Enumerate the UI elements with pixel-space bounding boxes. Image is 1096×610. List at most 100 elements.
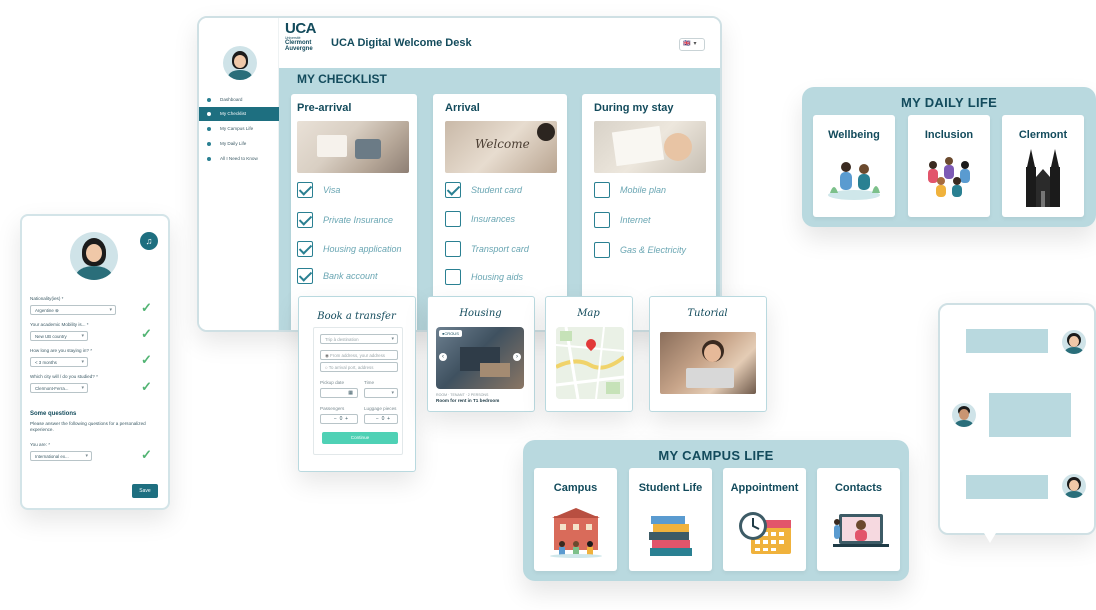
chat-message-incoming: [966, 329, 1048, 353]
card-title: Map: [577, 308, 600, 319]
check-icon: ✓: [141, 447, 152, 462]
campus-life-card-student-life[interactable]: Student Life: [629, 468, 712, 571]
column-title: Arrival: [445, 102, 480, 114]
avatar: [1062, 330, 1086, 354]
daily-life-card-inclusion[interactable]: Inclusion: [908, 115, 990, 217]
desktop-window: Dashboard My Checklist My Campus Life My…: [197, 16, 722, 332]
time-select[interactable]: ▾: [364, 388, 398, 398]
check-icon: ✓: [141, 352, 152, 367]
stay-duration-select[interactable]: < 3 months ▾: [30, 357, 88, 367]
chevron-down-icon: ▾: [85, 453, 88, 459]
check-icon: ✓: [141, 379, 152, 394]
mobility-select[interactable]: New UB country ▾: [30, 331, 88, 341]
checklist-item[interactable]: Transport card: [445, 241, 529, 257]
luggage-stepper[interactable]: − 0 +: [364, 414, 398, 424]
sidebar-item-campus-life[interactable]: My Campus Life: [199, 122, 279, 136]
during-stay-photo: [594, 121, 706, 173]
checkbox[interactable]: [594, 212, 610, 228]
daily-life-card-wellbeing[interactable]: Wellbeing: [813, 115, 895, 217]
nationality-select[interactable]: Argentine ⊗ ▾: [30, 305, 116, 315]
checklist-heading: MY CHECKLIST: [297, 72, 387, 86]
chat-message-outgoing: [989, 393, 1071, 437]
checkbox[interactable]: [445, 241, 461, 257]
chevron-left-icon[interactable]: ‹: [439, 353, 447, 361]
language-selector[interactable]: 🇬🇧 ▾: [679, 38, 705, 51]
card-title: Housing: [459, 308, 502, 319]
avatar[interactable]: [223, 46, 257, 80]
passengers-stepper[interactable]: − 0 +: [320, 414, 358, 424]
calendar-clock-illustration: [739, 512, 791, 554]
info-icon: [207, 156, 211, 161]
tutorial-card[interactable]: Tutorial: [649, 296, 767, 412]
chevron-right-icon[interactable]: ›: [513, 353, 521, 361]
campus-life-card-campus[interactable]: Campus: [534, 468, 617, 571]
checkbox[interactable]: [594, 242, 610, 258]
checkbox[interactable]: [297, 182, 313, 198]
continue-button[interactable]: Continue: [322, 432, 398, 444]
save-button[interactable]: Save: [132, 484, 158, 498]
checklist-item[interactable]: Gas & Electricity: [594, 242, 686, 258]
tutorial-photo: [660, 332, 756, 394]
app-header: UCA Université Clermont Auvergne UCA Dig…: [279, 18, 720, 68]
checklist-item[interactable]: Housing aids: [445, 269, 523, 285]
checkbox[interactable]: [445, 269, 461, 285]
checklist-item[interactable]: Visa: [297, 182, 340, 198]
notification-bell-icon[interactable]: ♫: [140, 232, 158, 250]
checklist-item[interactable]: Private Insurance: [297, 212, 393, 228]
checklist-item[interactable]: Student card: [445, 182, 522, 198]
sidebar-item-checklist[interactable]: My Checklist: [199, 107, 279, 121]
daily-life-panel: MY DAILY LIFE Wellbeing Inclusion Clermo…: [802, 87, 1096, 227]
checkbox[interactable]: [445, 211, 461, 227]
globe-icon: [207, 141, 211, 146]
daily-life-heading: MY DAILY LIFE: [900, 95, 998, 110]
trip-select[interactable]: Trip à destination ▾: [320, 334, 398, 344]
checkbox[interactable]: [594, 182, 610, 198]
checklist-item[interactable]: Bank account: [297, 268, 378, 284]
chat-bubble-tail: [984, 533, 996, 543]
sidebar-item-dashboard[interactable]: Dashboard: [199, 93, 279, 107]
from-address-input[interactable]: ◉ From address, your address: [320, 350, 398, 360]
checkbox[interactable]: [445, 182, 461, 198]
status-select[interactable]: International ex... ▾: [30, 451, 92, 461]
chevron-down-icon: ▾: [81, 385, 84, 391]
checklist-area: MY CHECKLIST Pre-arrival Visa Private In…: [279, 68, 720, 330]
daily-life-card-clermont[interactable]: Clermont: [1002, 115, 1084, 217]
inclusion-illustration: [928, 157, 970, 197]
map-card[interactable]: Map: [545, 296, 633, 412]
card-title: Tutorial: [687, 308, 728, 319]
chevron-down-icon: ▾: [81, 333, 84, 339]
sidebar-item-daily-life[interactable]: My Daily Life: [199, 137, 279, 151]
sidebar: Dashboard My Checklist My Campus Life My…: [199, 18, 279, 330]
campus-life-card-appointment[interactable]: Appointment: [723, 468, 806, 571]
to-address-input[interactable]: ○ To arrival port, address: [320, 362, 398, 372]
transfer-form: Trip à destination ▾ ◉ From address, your…: [313, 327, 403, 455]
checkbox[interactable]: [297, 268, 313, 284]
arrival-photo: Welcome: [445, 121, 557, 173]
calendar-icon: ▦: [348, 390, 353, 396]
campus-life-card-contacts[interactable]: Contacts: [817, 468, 900, 571]
sidebar-item-all-i-need[interactable]: All I Need to Know: [199, 152, 279, 166]
campus-life-heading: MY CAMPUS LIFE: [658, 448, 774, 463]
mobile-profile-form: ♫ Nationality(ies) * Argentine ⊗ ▾ ✓ Your…: [20, 214, 170, 510]
pre-arrival-photo: [297, 121, 409, 173]
checklist-item[interactable]: Mobile plan: [594, 182, 666, 198]
card-title: Book a transfer: [317, 311, 396, 322]
folder-icon: [207, 111, 211, 116]
pickup-date-input[interactable]: ▦: [320, 388, 358, 398]
checkbox[interactable]: [297, 241, 313, 257]
chat-message-incoming: [966, 475, 1048, 499]
cathedral-illustration: [1026, 149, 1060, 207]
chevron-down-icon: ▾: [693, 41, 697, 47]
column-title: Pre-arrival: [297, 102, 352, 114]
checklist-item[interactable]: Housing application: [297, 241, 402, 257]
checkbox[interactable]: [297, 212, 313, 228]
avatar[interactable]: [70, 232, 118, 280]
city-select[interactable]: Clermont-Ferra... ▾: [30, 383, 88, 393]
checklist-item[interactable]: Internet: [594, 212, 651, 228]
campus-illustration: [550, 508, 602, 558]
housing-card[interactable]: Housing ●CROUS ‹ › ROOM · TENANT · 2 PER…: [427, 296, 535, 412]
campus-life-panel: MY CAMPUS LIFE Campus Student Life Appoi…: [523, 440, 909, 581]
dashboard-icon: [207, 97, 211, 102]
campus-icon: [207, 126, 211, 131]
checklist-item[interactable]: Insurances: [445, 211, 515, 227]
